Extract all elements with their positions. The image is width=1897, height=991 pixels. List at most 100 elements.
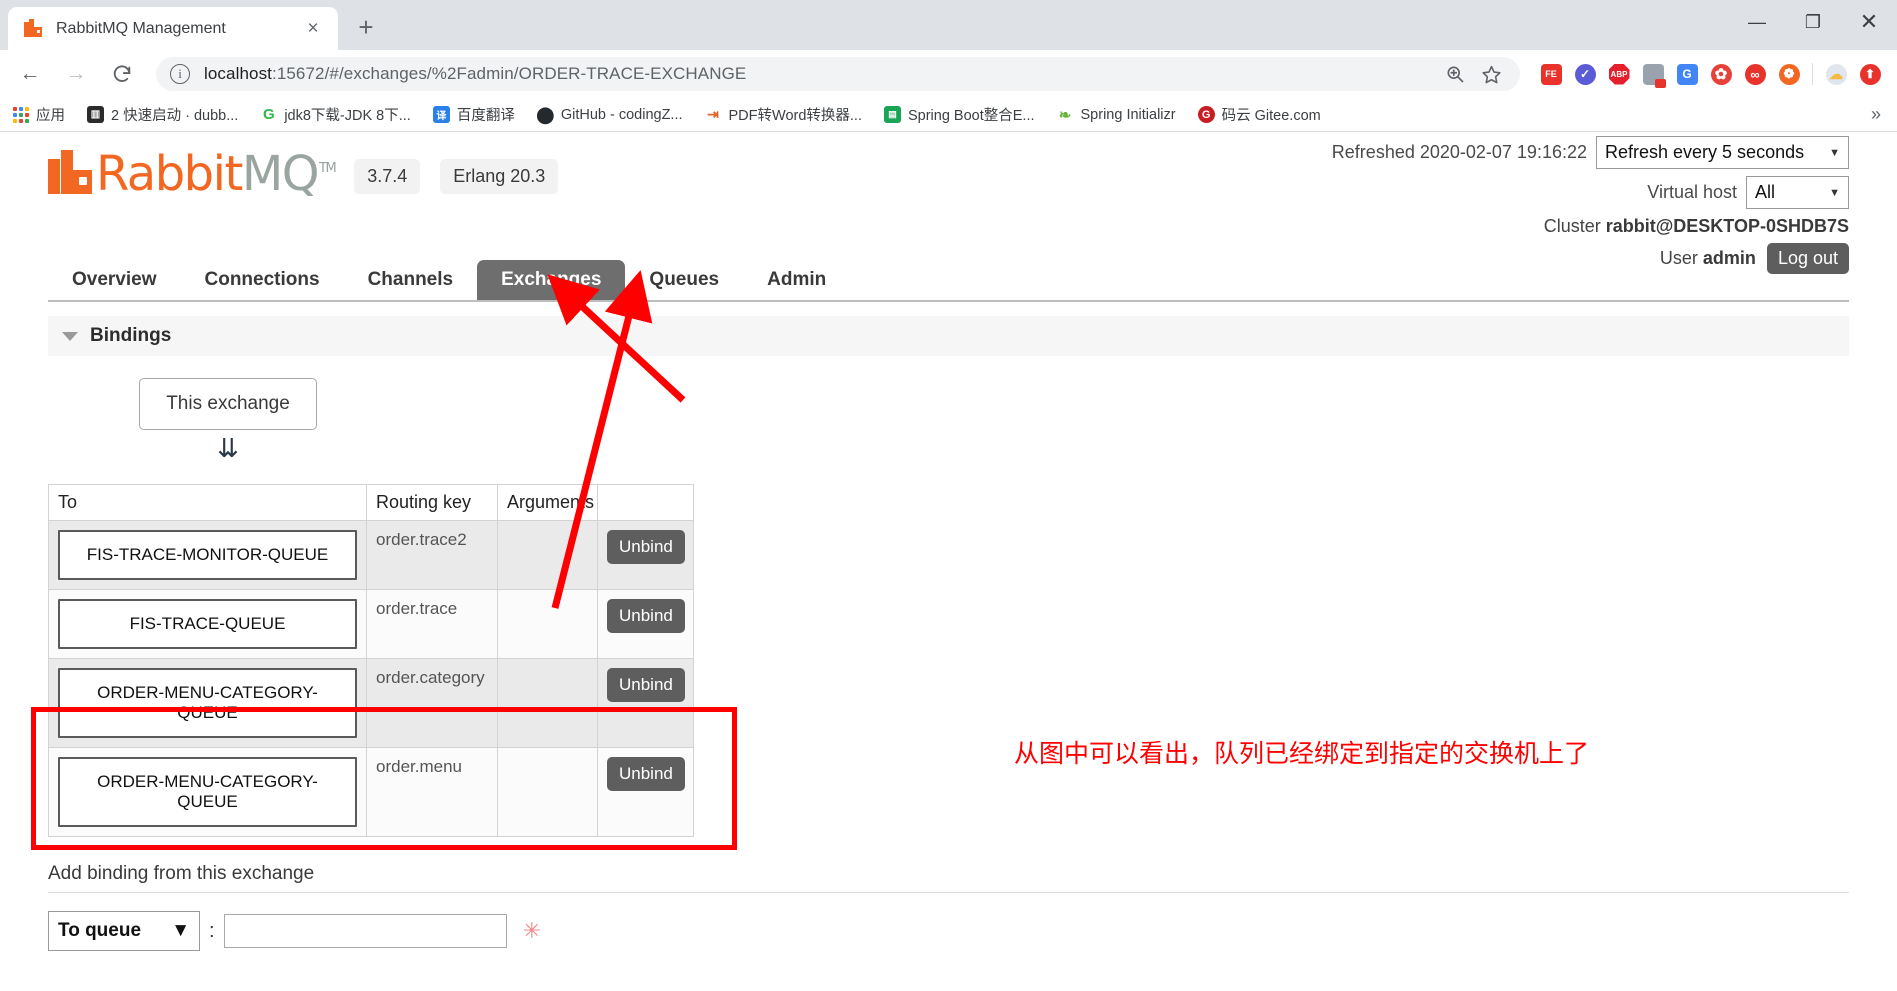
vhost-select[interactable]: All ▼ [1746, 176, 1849, 209]
chevron-down-icon: ▼ [1829, 186, 1840, 199]
close-icon[interactable]: × [300, 16, 326, 42]
down-arrow-icon: ⇊ [217, 434, 239, 464]
required-marker: ✳ [522, 918, 541, 943]
this-exchange-block: This exchange ⇊ [68, 378, 388, 462]
erlang-badge: Erlang 20.3 [440, 159, 559, 194]
bookmark-baidu-translate[interactable]: 译 百度翻译 [432, 104, 515, 125]
bookmark-jdk8-download[interactable]: G jdk8下载-JDK 8下... [260, 104, 411, 125]
bookmark-github-codingz[interactable]: ⬤ GitHub - codingZ... [536, 106, 682, 124]
address-bar[interactable]: i localhost:15672/#/exchanges/%2Fadmin/O… [156, 57, 1520, 91]
forward-icon[interactable]: → [56, 54, 96, 94]
cell-arguments [497, 658, 598, 748]
queue-link[interactable]: FIS-TRACE-QUEUE [58, 599, 357, 649]
reload-icon[interactable] [102, 54, 142, 94]
logo-text: RabbitMQTM [96, 150, 337, 198]
bookmark-spring-boot-integration[interactable]: ▤ Spring Boot整合E... [883, 104, 1035, 125]
binding-destination-input[interactable] [223, 914, 507, 948]
tab-exchanges[interactable]: Exchanges [477, 260, 626, 300]
colors-extension-icon[interactable]: ✿ [1704, 59, 1738, 89]
tab-connections[interactable]: Connections [181, 260, 344, 300]
user-value: admin [1702, 248, 1756, 268]
browser-window: RabbitMQ Management × + — ❐ ✕ ← → i loca… [0, 0, 1897, 991]
app-header: RabbitMQTM 3.7.4 Erlang 20.3 Refreshed 2… [48, 132, 1849, 274]
minimize-icon[interactable]: — [1729, 0, 1785, 44]
cell-to: ORDER-MENU-CATEGORY-QUEUE [48, 747, 367, 837]
queue-link[interactable]: FIS-TRACE-MONITOR-QUEUE [58, 530, 357, 580]
queue-link[interactable]: ORDER-MENU-CATEGORY-QUEUE [58, 757, 357, 827]
unbind-button[interactable]: Unbind [607, 757, 685, 791]
bookmarks-overflow-button[interactable]: » [1871, 104, 1885, 125]
logo-tm: TM [319, 161, 337, 176]
google-translate-extension-icon[interactable]: G [1670, 59, 1704, 89]
bookmark-label: Spring Initializr [1080, 106, 1176, 123]
logo-text-mq: MQ [241, 146, 320, 202]
infinity-extension-icon[interactable]: ∞ [1738, 59, 1772, 89]
bookmark-dubbo-quickstart[interactable]: ▥ 2 快速启动 · dubb... [87, 104, 238, 125]
upload-extension-icon[interactable]: ⬆ [1853, 59, 1887, 89]
tab-queues[interactable]: Queues [625, 260, 743, 300]
cell-to: ORDER-MENU-CATEGORY-QUEUE [48, 658, 367, 748]
info-icon[interactable]: i [170, 64, 190, 84]
rabbitmq-logo[interactable]: RabbitMQTM [48, 144, 337, 200]
maximize-icon[interactable]: ❐ [1785, 0, 1841, 44]
url-path: :15672/#/exchanges/%2Fadmin/ORDER-TRACE-… [272, 64, 747, 83]
star-icon[interactable] [1476, 59, 1506, 89]
bindings-section-header[interactable]: Bindings [48, 316, 1849, 356]
refreshed-label: Refreshed 2020-02-07 19:16:22 [1331, 142, 1587, 162]
add-binding-title: Add binding from this exchange [48, 863, 1849, 893]
vhost-value: All [1755, 182, 1776, 202]
unbind-button[interactable]: Unbind [607, 668, 685, 702]
weather-extension-icon[interactable]: ☁ [1819, 59, 1853, 89]
window-close-icon[interactable]: ✕ [1841, 0, 1897, 44]
orange-dot-extension-icon[interactable]: ❁ [1772, 59, 1806, 89]
column-header-arguments: Arguments [497, 484, 598, 521]
table-header-row: To Routing key Arguments [48, 484, 694, 521]
refresh-interval-select[interactable]: Refresh every 5 seconds ▼ [1596, 136, 1849, 169]
cluster-value: rabbit@DESKTOP-0SHDB7S [1605, 216, 1849, 236]
cell-action: Unbind [597, 520, 694, 590]
screenshot-extension-icon[interactable] [1636, 59, 1670, 89]
binding-destination-select[interactable]: To queue ▼ [48, 911, 200, 951]
leaf-icon: ❧ [1058, 106, 1072, 124]
new-tab-button[interactable]: + [346, 7, 386, 47]
collapse-triangle-icon [62, 331, 78, 341]
version-badge: 3.7.4 [354, 159, 421, 194]
tab-channels[interactable]: Channels [344, 260, 478, 300]
check-circle-extension-icon[interactable]: ✓ [1568, 59, 1602, 89]
table-row: FIS-TRACE-MONITOR-QUEUE order.trace2 Unb… [48, 520, 694, 590]
bookmark-apps[interactable]: 应用 [12, 104, 65, 125]
fe-extension-icon[interactable]: FE [1534, 59, 1568, 89]
bookmark-spring-initializr[interactable]: ❧ Spring Initializr [1057, 106, 1176, 124]
cell-action: Unbind [597, 658, 694, 748]
queue-link[interactable]: ORDER-MENU-CATEGORY-QUEUE [58, 668, 357, 738]
bookmark-label: 应用 [36, 108, 65, 124]
github-icon: ⬤ [536, 106, 555, 124]
chevron-down-icon: ▼ [1829, 146, 1840, 159]
search-plus-icon[interactable] [1440, 59, 1470, 89]
adblock-plus-extension-icon[interactable]: ABP [1602, 59, 1636, 89]
tab-admin[interactable]: Admin [743, 260, 850, 300]
logout-button[interactable]: Log out [1766, 243, 1849, 274]
bookmark-gitee[interactable]: G 码云 Gitee.com [1197, 104, 1321, 125]
page-content: RabbitMQTM 3.7.4 Erlang 20.3 Refreshed 2… [0, 132, 1897, 990]
bookmark-label: 码云 Gitee.com [1221, 108, 1321, 124]
unbind-button[interactable]: Unbind [607, 599, 685, 633]
toolbar-divider [1812, 63, 1813, 85]
column-header-actions [597, 484, 694, 521]
add-binding-section: Add binding from this exchange To queue … [48, 863, 1849, 951]
table-row: ORDER-MENU-CATEGORY-QUEUE order.menu Unb… [48, 747, 694, 837]
browser-toolbar: ← → i localhost:15672/#/exchanges/%2Fadm… [0, 50, 1897, 98]
tab-overview[interactable]: Overview [48, 260, 181, 300]
bookmark-label: PDF转Word转换器... [728, 108, 862, 124]
back-icon[interactable]: ← [10, 54, 50, 94]
spring-icon: ▤ [883, 106, 901, 123]
cell-arguments [497, 589, 598, 659]
this-exchange-box[interactable]: This exchange [139, 378, 317, 430]
vhost-label: Virtual host [1647, 182, 1737, 202]
unbind-button[interactable]: Unbind [607, 530, 685, 564]
browser-tab-rabbitmq[interactable]: RabbitMQ Management × [8, 7, 338, 50]
bindings-title: Bindings [90, 325, 172, 346]
bookmark-pdf-to-word[interactable]: ⇥ PDF转Word转换器... [705, 104, 862, 125]
cell-to: FIS-TRACE-MONITOR-QUEUE [48, 520, 367, 590]
address-bar-url: localhost:15672/#/exchanges/%2Fadmin/ORD… [204, 64, 746, 84]
